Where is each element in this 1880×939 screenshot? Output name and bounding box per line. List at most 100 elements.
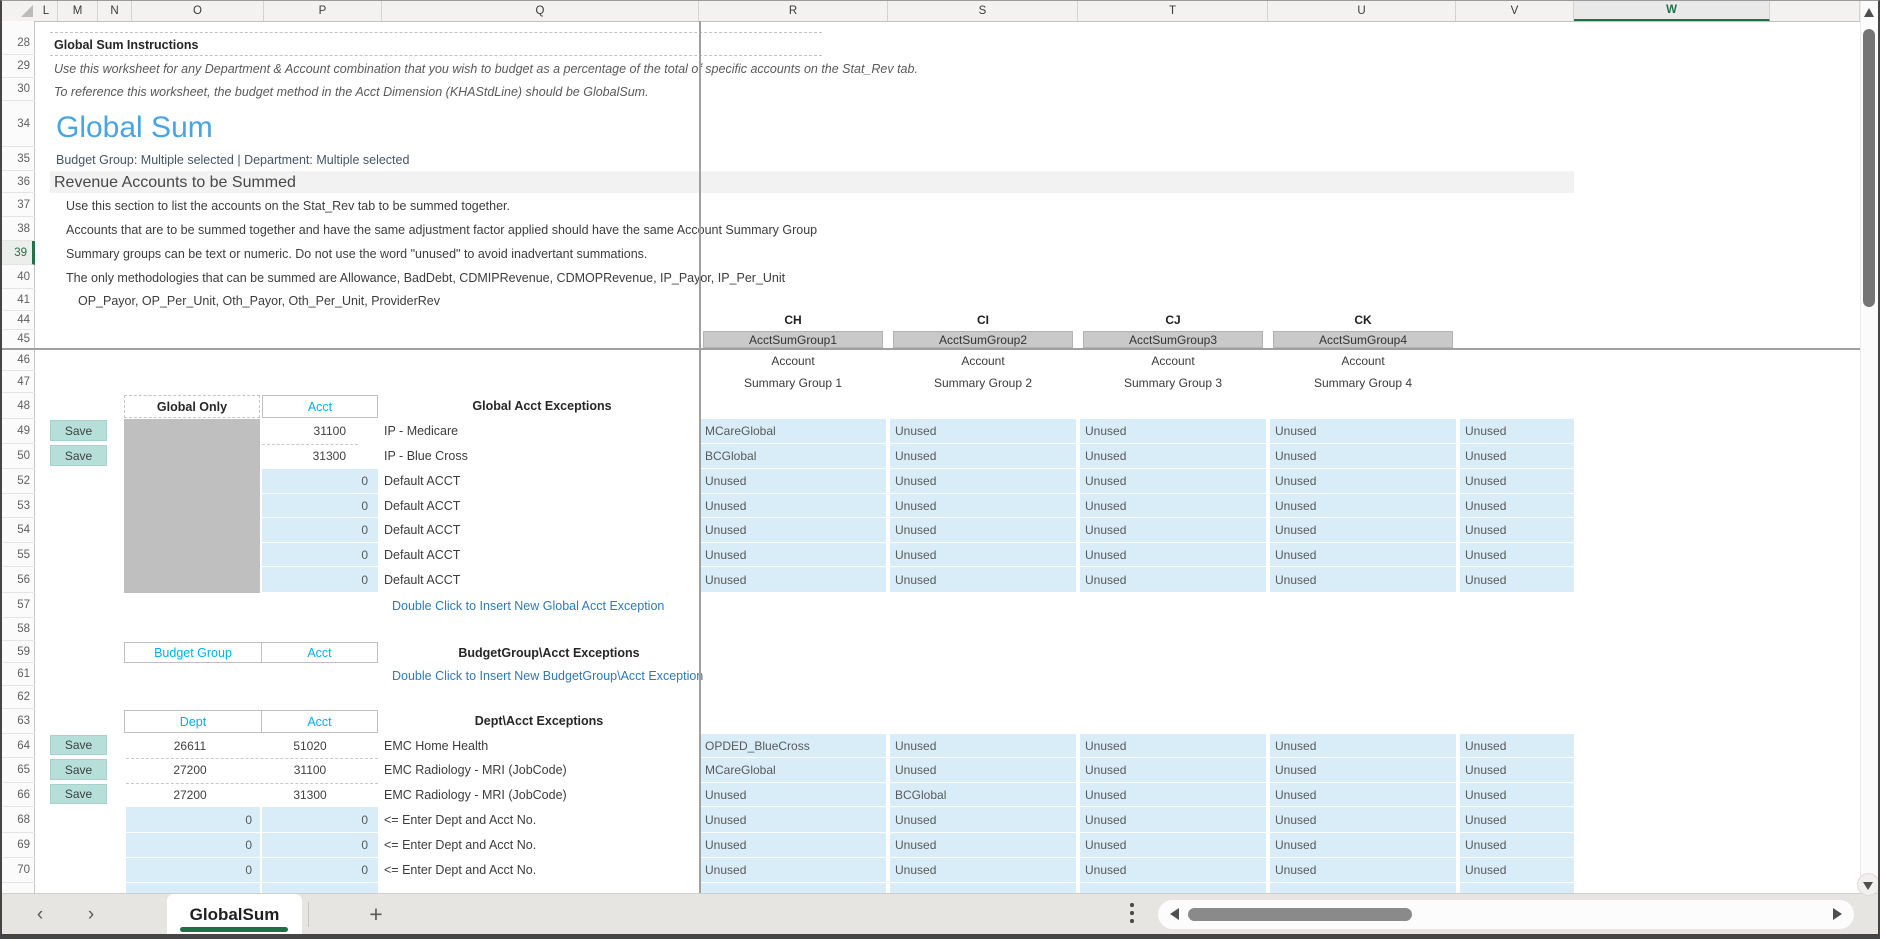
account-summary-group-cell[interactable]: Unused	[1270, 419, 1456, 443]
scroll-up-icon[interactable]	[1864, 8, 1874, 17]
account-summary-group-cell[interactable]: Unused	[890, 469, 1076, 493]
account-summary-group-cell[interactable]: Unused	[890, 419, 1076, 443]
account-summary-group-cell[interactable]: Unused	[1270, 518, 1456, 542]
acct-column-header[interactable]: Acct	[261, 642, 378, 663]
account-summary-group-cell[interactable]: MCareGlobal	[700, 758, 886, 782]
account-summary-group-cell[interactable]: Unused	[700, 783, 886, 806]
account-summary-group-cell[interactable]: Unused	[1080, 567, 1266, 592]
scroll-right-icon[interactable]	[1833, 908, 1842, 920]
account-summary-group-cell[interactable]: Unused	[1080, 758, 1266, 782]
account-summary-group-cell[interactable]: Unused	[1270, 858, 1456, 882]
account-summary-group-cell[interactable]: Unused	[1460, 543, 1574, 566]
account-summary-group-cell[interactable]: Unused	[1080, 783, 1266, 806]
account-summary-group-cell[interactable]: Unused	[700, 833, 886, 857]
dept-input-cell[interactable]: 0	[126, 833, 260, 857]
account-summary-group-cell[interactable]: Unused	[700, 543, 886, 566]
acct-input-cell[interactable]: 0	[262, 858, 378, 882]
dept-input-cell[interactable]: 0	[126, 807, 260, 832]
acct-number-cell[interactable]: 31100	[262, 758, 358, 782]
account-summary-group-cell[interactable]: Unused	[1080, 494, 1266, 517]
select-all-icon[interactable]	[21, 5, 33, 17]
account-summary-group-cell[interactable]: Unused	[1080, 469, 1266, 493]
account-summary-group-cell[interactable]: Unused	[1270, 444, 1456, 468]
acct-column-header[interactable]: Acct	[262, 395, 378, 418]
acct-number-cell[interactable]: 51020	[262, 734, 358, 757]
account-summary-group-cell[interactable]: Unused	[890, 758, 1076, 782]
insert-global-exception-link[interactable]: Double Click to Insert New Global Acct E…	[392, 599, 664, 613]
account-summary-group-cell[interactable]: Unused	[1270, 783, 1456, 806]
account-summary-group-cell[interactable]: Unused	[890, 807, 1076, 832]
acct-input-cell[interactable]: 0	[262, 543, 378, 566]
account-summary-group-cell[interactable]: Unused	[1080, 807, 1266, 832]
column-header-P[interactable]: P	[264, 1, 382, 21]
dept-column-header[interactable]: Dept	[124, 710, 262, 733]
save-button[interactable]: Save	[50, 420, 107, 441]
column-header-U[interactable]: U	[1268, 1, 1456, 21]
account-summary-group-cell[interactable]: Unused	[890, 833, 1076, 857]
account-summary-group-cell[interactable]: Unused	[1080, 518, 1266, 542]
account-summary-group-cell[interactable]: Unused	[1270, 567, 1456, 592]
account-summary-group-cell[interactable]: Unused	[1460, 734, 1574, 757]
account-summary-group-cell[interactable]: Unused	[890, 858, 1076, 882]
account-summary-group-cell[interactable]: Unused	[700, 858, 886, 882]
account-summary-group-cell[interactable]: Unused	[1270, 833, 1456, 857]
dept-number-cell[interactable]: 27200	[126, 783, 254, 806]
account-summary-group-cell[interactable]: OPDED_BlueCross	[700, 734, 886, 757]
account-summary-group-cell[interactable]: Unused	[890, 543, 1076, 566]
account-summary-group-cell[interactable]: Unused	[1080, 833, 1266, 857]
account-summary-group-cell[interactable]: Unused	[1460, 444, 1574, 468]
column-header-M[interactable]: M	[58, 1, 98, 21]
account-summary-group-cell[interactable]: Unused	[1270, 807, 1456, 832]
column-header-L[interactable]: L	[35, 1, 58, 21]
account-summary-group-cell[interactable]: Unused	[1460, 469, 1574, 493]
account-summary-group-cell[interactable]: Unused	[1460, 494, 1574, 517]
account-summary-group-cell[interactable]: Unused	[890, 494, 1076, 517]
account-summary-group-cell[interactable]: Unused	[890, 518, 1076, 542]
save-button[interactable]: Save	[50, 759, 107, 780]
account-summary-group-cell[interactable]: Unused	[890, 567, 1076, 592]
dept-number-cell[interactable]: 26611	[126, 734, 254, 757]
account-summary-group-cell[interactable]: Unused	[1460, 758, 1574, 782]
account-summary-group-cell[interactable]: Unused	[700, 469, 886, 493]
column-header-O[interactable]: O	[132, 1, 264, 21]
insert-budgetgroup-exception-link[interactable]: Double Click to Insert New BudgetGroup\A…	[392, 669, 703, 683]
account-summary-group-cell[interactable]: Unused	[1270, 543, 1456, 566]
scroll-down-icon[interactable]	[1857, 873, 1880, 896]
account-summary-group-cell[interactable]: Unused	[1080, 444, 1266, 468]
save-button[interactable]: Save	[50, 784, 107, 804]
account-summary-group-cell[interactable]: Unused	[1080, 858, 1266, 882]
dept-number-cell[interactable]: 27200	[126, 758, 254, 782]
budget-group-column-header[interactable]: Budget Group	[124, 642, 262, 663]
column-header-V[interactable]: V	[1456, 1, 1574, 21]
column-header-T[interactable]: T	[1078, 1, 1268, 21]
acct-input-cell[interactable]: 0	[262, 833, 378, 857]
acct-input-cell[interactable]: 0	[262, 807, 378, 832]
column-header-S[interactable]: S	[888, 1, 1078, 21]
acct-column-header[interactable]: Acct	[261, 710, 378, 733]
acct-number-cell[interactable]: 31300	[262, 783, 358, 806]
account-summary-group-cell[interactable]: Unused	[1460, 567, 1574, 592]
dept-input-cell[interactable]: 0	[126, 858, 260, 882]
account-summary-group-cell[interactable]: Unused	[1460, 858, 1574, 882]
account-summary-group-cell[interactable]: Unused	[1080, 543, 1266, 566]
account-summary-group-cell[interactable]: Unused	[1270, 734, 1456, 757]
account-summary-group-cell[interactable]: Unused	[700, 494, 886, 517]
acct-input-cell[interactable]: 0	[262, 494, 378, 517]
prev-sheet-icon[interactable]: ‹	[30, 894, 50, 935]
account-summary-group-cell[interactable]: Unused	[1080, 419, 1266, 443]
save-button[interactable]: Save	[50, 445, 107, 466]
acct-input-cell[interactable]: 0	[262, 518, 378, 542]
horizontal-scrollbar-thumb[interactable]	[1188, 908, 1412, 921]
account-summary-group-cell[interactable]: Unused	[1270, 469, 1456, 493]
account-summary-group-cell[interactable]: Unused	[1460, 518, 1574, 542]
account-summary-group-cell[interactable]: Unused	[1270, 758, 1456, 782]
column-header-N[interactable]: N	[98, 1, 132, 21]
account-summary-group-cell[interactable]: Unused	[1080, 734, 1266, 757]
account-summary-group-cell[interactable]: Unused	[1460, 419, 1574, 443]
acct-input-cell[interactable]: 0	[262, 469, 378, 493]
scroll-left-icon[interactable]	[1170, 908, 1179, 920]
add-sheet-button[interactable]: +	[364, 894, 388, 935]
column-header-Q[interactable]: Q	[382, 1, 699, 21]
acct-input-cell[interactable]: 0	[262, 567, 378, 592]
account-summary-group-cell[interactable]: Unused	[700, 567, 886, 592]
